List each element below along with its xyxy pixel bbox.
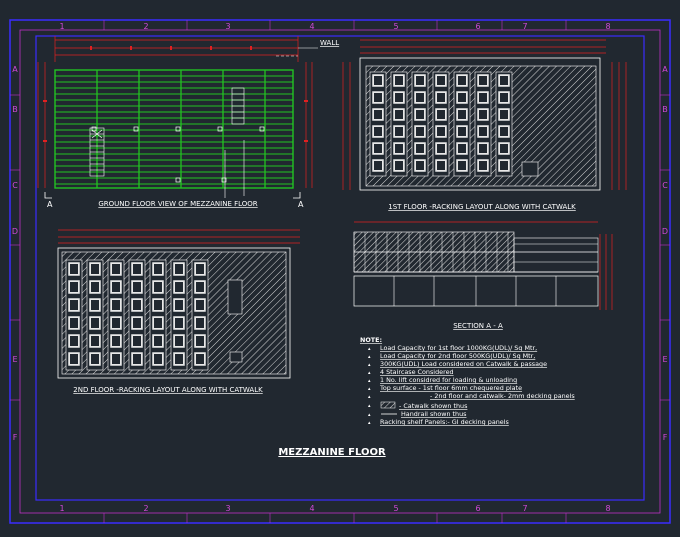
legend-racking-panels: Racking shelf Panels:- GI decking panels: [380, 418, 509, 426]
catwalk-legend-swatch: [380, 401, 396, 409]
svg-text:▴: ▴: [368, 378, 371, 384]
note-item-2: Load Capacity for 2nd floor 500KG(UDL)/ …: [380, 352, 535, 360]
grid-col-5-bottom: 5: [393, 504, 398, 513]
note-item-1: Load Capacity for 1st floor 1000KG(UDL)/…: [380, 344, 537, 352]
grid-row-e: E: [12, 355, 17, 364]
second-floor-dimensions: [58, 229, 300, 244]
ground-staircase-right: [231, 87, 245, 125]
legend-catwalk: - Catwalk shown thus: [399, 402, 468, 410]
grid-col-3-bottom: 3: [225, 504, 230, 513]
grid-col-4-bottom: 4: [309, 504, 314, 513]
svg-text:▴: ▴: [368, 394, 371, 400]
grid-col-2: 2: [143, 22, 148, 31]
first-floor-view: 1ST FLOOR -RACKING LAYOUT ALONG WITH CAT…: [342, 39, 627, 211]
section-lower-columns: [393, 276, 557, 306]
ground-floor-columns: [91, 126, 265, 183]
svg-text:▴: ▴: [368, 403, 371, 409]
second-floor-view: 2ND FLOOR -RACKING LAYOUT ALONG WITH CAT…: [57, 229, 300, 394]
drawing-canvas: 1 2 3 4 5 6 7 8 1 2 3 4 5 6 7 8 A B C D …: [9, 19, 671, 524]
first-floor-racks: [369, 71, 513, 177]
note-item-7: - 2nd floor and catwalk- 2mm decking pan…: [430, 392, 575, 400]
grid-col-4: 4: [309, 22, 314, 31]
grid-col-7-bottom: 7: [522, 504, 527, 513]
svg-text:▴: ▴: [368, 420, 371, 426]
wall-label: WALL: [320, 39, 339, 47]
svg-text:▴: ▴: [368, 362, 371, 368]
grid-col-6-bottom: 6: [475, 504, 480, 513]
second-floor-label: 2ND FLOOR -RACKING LAYOUT ALONG WITH CAT…: [73, 386, 263, 394]
grid-col-7: 7: [522, 22, 527, 31]
grid-col-2-bottom: 2: [143, 504, 148, 513]
grid-columns-bottom: 1 2 3 4 5 6 7 8: [59, 504, 610, 513]
legend-handrail: Handrail shown thus: [401, 410, 467, 418]
note-item-4: 4 Staircase Considered: [380, 368, 454, 376]
grid-row-a-right: A: [662, 65, 668, 74]
notes-bullets: ▴ ▴ ▴ ▴ ▴ ▴ ▴ ▴ ▴ ▴: [368, 346, 371, 426]
grid-rows-right: A B C D E F: [662, 65, 668, 442]
note-item-5: 1 No. lift considred for loading & unloa…: [380, 376, 517, 384]
grid-row-a: A: [12, 65, 18, 74]
section-marker-right: A: [298, 200, 304, 209]
grid-row-f-right: F: [663, 433, 668, 442]
ground-floor-view: WALL A A GROUND FLOOR VIEW OF MEZZANINE …: [37, 36, 339, 209]
grid-col-5: 5: [393, 22, 398, 31]
svg-text:▴: ▴: [368, 386, 371, 392]
grid-col-8: 8: [605, 22, 610, 31]
grid-row-e-right: E: [662, 355, 667, 364]
cad-drawing: 1 2 3 4 5 6 7 8 1 2 3 4 5 6 7 8 A B C D …: [0, 0, 680, 533]
svg-text:▴: ▴: [368, 370, 371, 376]
svg-text:▴: ▴: [368, 354, 371, 360]
grid-row-d-right: D: [662, 227, 668, 236]
svg-text:▴: ▴: [368, 346, 371, 352]
svg-text:▴: ▴: [368, 412, 371, 418]
section-marker-left: A: [47, 200, 53, 209]
grid-row-c: C: [12, 181, 18, 190]
grid-rows-left: A B C D E F: [12, 65, 18, 442]
grid-row-d: D: [12, 227, 18, 236]
drawing-title: MEZZANINE FLOOR: [278, 447, 386, 458]
grid-col-6: 6: [475, 22, 480, 31]
grid-col-1-bottom: 1: [59, 504, 64, 513]
grid-col-1: 1: [59, 22, 64, 31]
grid-col-8-bottom: 8: [605, 504, 610, 513]
note-item-6: Top surface - 1st floor 6mm chequered pl…: [379, 384, 522, 392]
grid-col-3: 3: [225, 22, 230, 31]
grid-row-c-right: C: [662, 181, 668, 190]
notes-heading: NOTE:: [360, 336, 382, 344]
second-floor-racks: [65, 259, 209, 371]
section-label: SECTION A - A: [453, 322, 503, 330]
section-view: SECTION A - A: [353, 221, 613, 330]
grid-row-f: F: [13, 433, 18, 442]
ground-floor-label: GROUND FLOOR VIEW OF MEZZANINE FLOOR: [98, 200, 257, 208]
notes-block: NOTE: ▴ ▴ ▴ ▴ ▴ ▴ ▴ ▴ ▴ ▴ Load Capacity for 1st…: [360, 336, 575, 426]
first-floor-label: 1ST FLOOR -RACKING LAYOUT ALONG WITH CAT…: [388, 203, 576, 211]
grid-row-b: B: [12, 105, 18, 114]
note-item-3: 300KG(UDL) Load considered on Catwalk & …: [380, 360, 547, 368]
grid-row-b-right: B: [662, 105, 668, 114]
